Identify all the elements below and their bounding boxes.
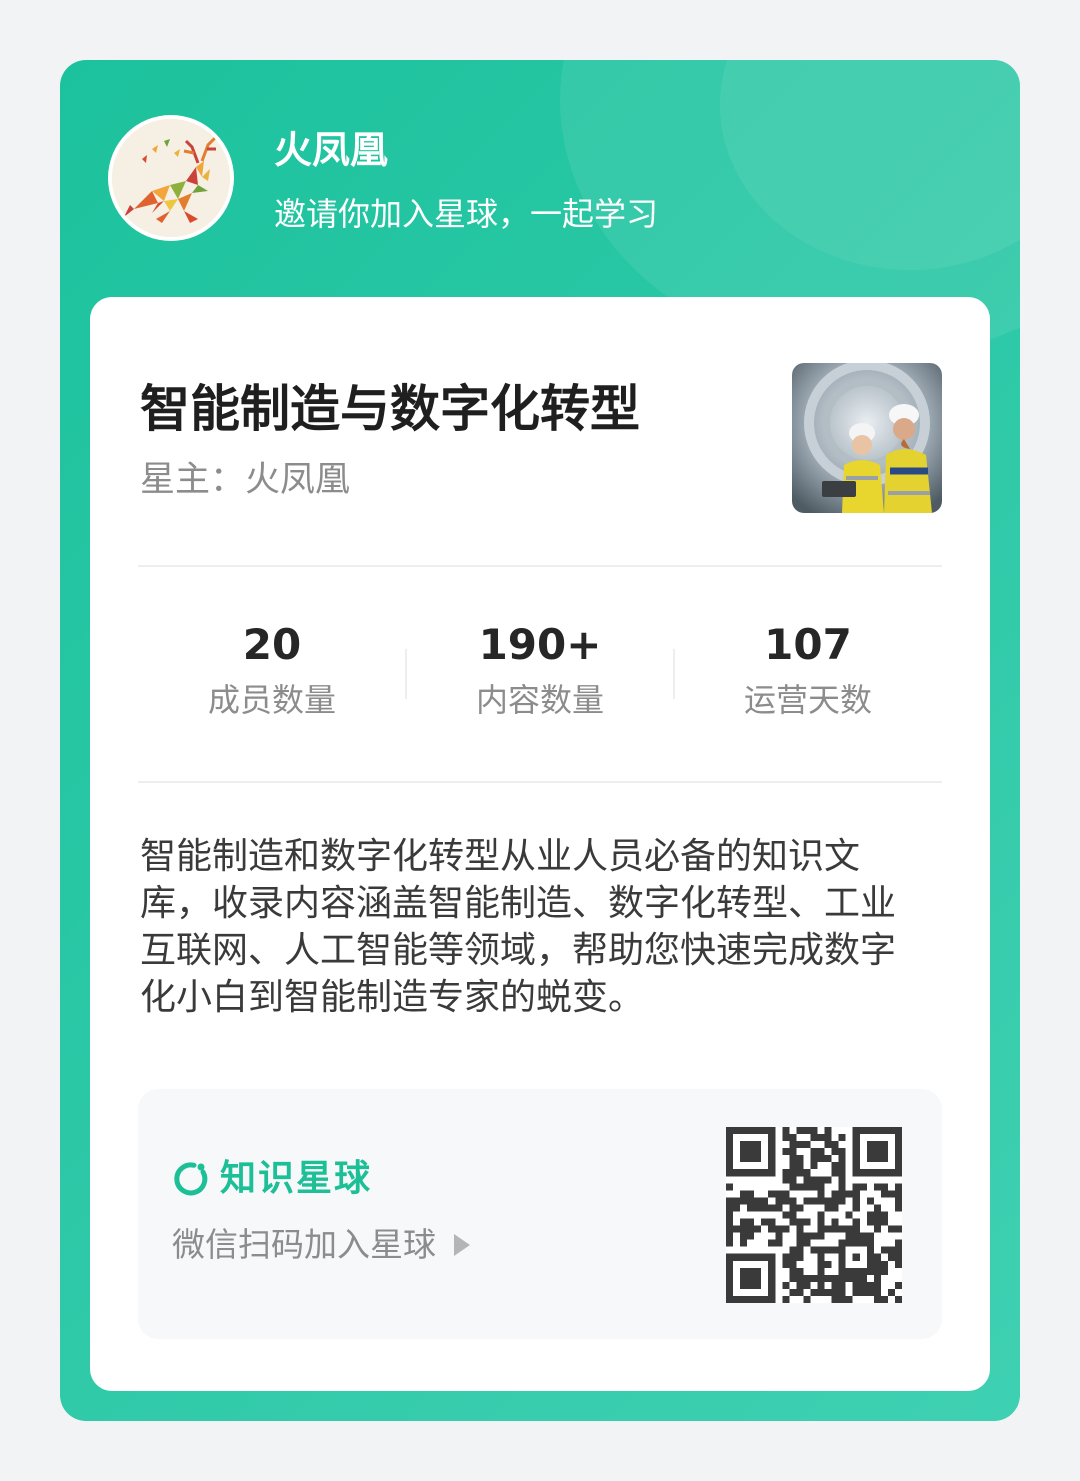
group-cover-image[interactable]	[792, 363, 942, 513]
join-panel: 知识星球 微信扫码加入星球	[138, 1089, 942, 1339]
stat-separator	[673, 649, 675, 699]
group-owner: 星主：火凤凰	[140, 460, 351, 500]
brand-logo: 知识星球	[172, 1155, 372, 1203]
stat-members: 20 成员数量	[138, 617, 406, 747]
scan-hint-text: 微信扫码加入星球	[172, 1225, 436, 1264]
stat-separator	[405, 649, 407, 699]
stat-members-value: 20	[242, 620, 302, 669]
engineers-photo-icon	[792, 363, 942, 513]
group-title: 智能制造与数字化转型	[140, 380, 640, 438]
planet-ring-icon	[174, 1162, 208, 1196]
stat-days-value: 107	[764, 620, 852, 669]
invite-text: 邀请你加入星球，一起学习	[274, 195, 659, 233]
stat-contents-label: 内容数量	[475, 681, 604, 719]
qr-code-icon	[726, 1127, 902, 1303]
host-avatar[interactable]	[108, 115, 234, 241]
stat-contents-value: 190+	[478, 620, 602, 669]
group-description: 智能制造和数字化转型从业人员必备的知识文库，收录内容涵盖智能制造、数字化转型、工…	[140, 836, 897, 1018]
host-name: 火凤凰	[274, 128, 389, 172]
deer-avatar-icon	[112, 119, 230, 237]
stat-members-label: 成员数量	[207, 681, 336, 719]
stat-days-label: 运营天数	[743, 681, 872, 719]
play-arrow-icon	[454, 1234, 470, 1256]
divider	[138, 565, 942, 567]
invite-card-background: 火凤凰 邀请你加入星球，一起学习 智能制造与数字化转型 星主：火凤凰 20 成员…	[60, 60, 1020, 1421]
brand-name: 知识星球	[220, 1158, 373, 1199]
group-info-card: 智能制造与数字化转型 星主：火凤凰 20 成员数量 190+ 内容数量 107 …	[90, 297, 990, 1391]
stat-days: 107 运营天数	[674, 617, 942, 747]
scan-hint[interactable]: 微信扫码加入星球	[172, 1223, 470, 1267]
qr-code[interactable]	[726, 1127, 902, 1303]
stats-row: 20 成员数量 190+ 内容数量 107 运营天数	[138, 617, 942, 747]
divider	[138, 781, 942, 783]
stat-contents: 190+ 内容数量	[406, 617, 674, 747]
